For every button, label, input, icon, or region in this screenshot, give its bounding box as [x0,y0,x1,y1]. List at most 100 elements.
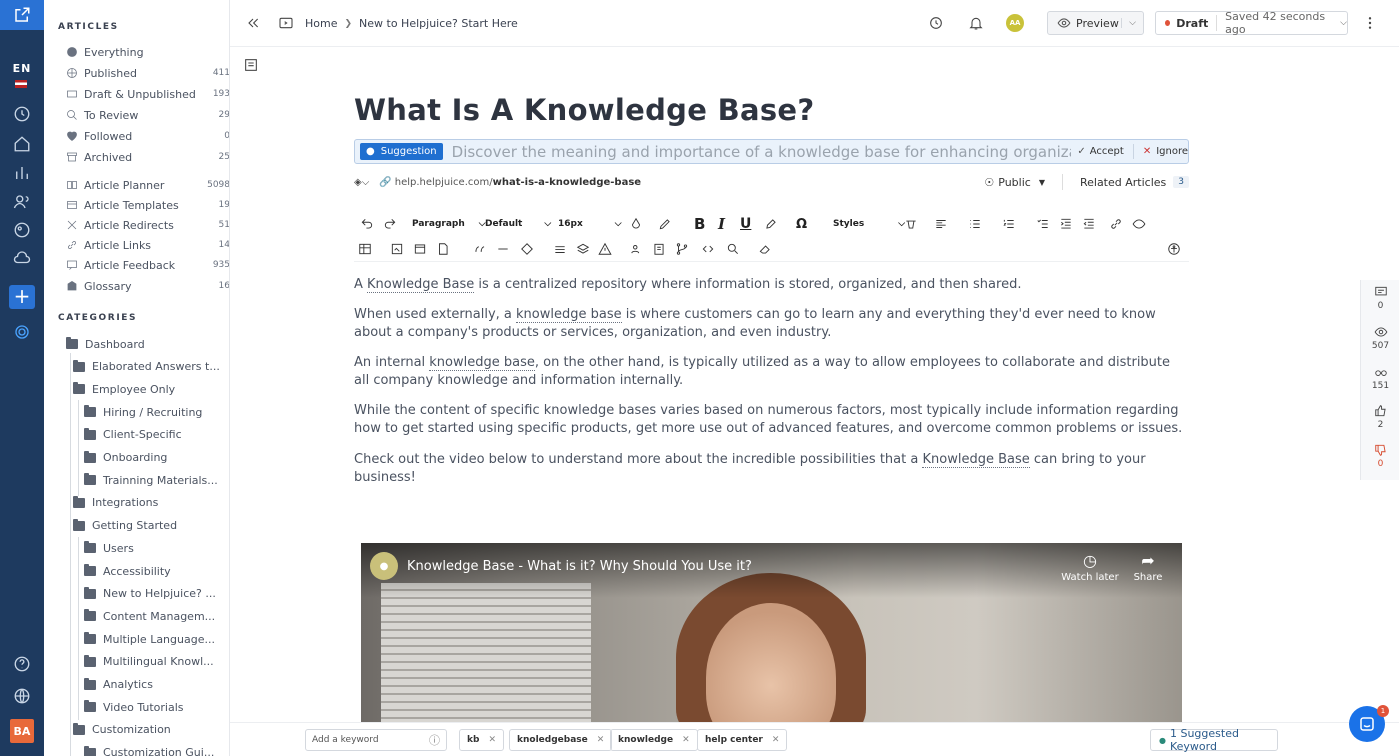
breadcrumb-current[interactable]: New to Helpjuice? Start Here [359,17,518,30]
collapse-sidebar-icon[interactable] [244,14,262,32]
sidebar-item-everything[interactable]: Everything [66,43,216,61]
keyword-input[interactable]: Add a keyword ⓘ [305,729,447,751]
bold-button[interactable]: B [694,215,705,233]
glossary-term[interactable]: Knowledge Base [367,277,475,293]
sidebar-item-glossary[interactable]: Glossary 16 [66,277,229,295]
remove-icon[interactable]: ✕ [488,735,496,745]
related-articles-button[interactable]: Related Articles [1080,176,1166,189]
warning-icon[interactable] [598,241,612,257]
status-dropdown[interactable]: Draft Saved 42 seconds ago ⌵ [1155,10,1348,36]
integration-icon[interactable] [12,322,32,342]
font-size-select[interactable]: 16px ⌵ [558,216,622,232]
category-item[interactable]: Integrations [73,494,158,512]
palette-icon[interactable] [12,220,32,240]
underline-button[interactable]: U [740,216,751,232]
keyword-chip[interactable]: knoledgebase ✕ [509,729,613,751]
comments-stat[interactable]: 0 [1361,285,1399,311]
text-color-icon[interactable] [629,216,643,232]
cloud-upload-icon[interactable] [12,248,32,268]
category-item[interactable]: Getting Started [73,517,177,535]
category-item[interactable]: Content Managem... [84,607,215,625]
home-icon[interactable] [12,134,32,154]
eraser-icon[interactable] [758,241,772,257]
code-icon[interactable] [701,241,715,257]
upvotes-stat[interactable]: 2 [1361,404,1399,430]
channel-logo[interactable]: ● [370,552,398,580]
clear-format-icon[interactable] [904,216,918,232]
quote-icon[interactable] [473,241,487,257]
highlight-icon[interactable] [658,216,672,232]
category-item[interactable]: Video Tutorials [84,698,184,716]
paragraph-select[interactable]: Paragraph ⌵ [412,216,486,232]
visibility-icon[interactable] [1132,216,1146,232]
link-icon[interactable] [1109,216,1123,232]
chat-button[interactable]: 1 [1349,705,1389,742]
category-item[interactable]: Accessibility [84,562,171,580]
video-title[interactable]: Knowledge Base - What is it? Why Should … [407,559,752,574]
sidebar-item-article-planner[interactable]: Article Planner 5098 [66,176,229,194]
analytics-icon[interactable] [12,163,32,183]
sidebar-item-published[interactable]: Published 411 [66,64,229,82]
shapes-icon[interactable] [520,241,534,257]
styles-select[interactable]: Styles ⌵ [833,216,905,232]
history-icon[interactable] [12,104,32,124]
layers-icon[interactable] [576,241,590,257]
watch-later-button[interactable]: ◷ Watch later [1060,551,1120,583]
category-item[interactable]: Hiring / Recruiting [84,403,202,421]
bulleted-list-icon[interactable] [968,216,982,232]
globe-icon[interactable] [12,686,32,706]
breadcrumb-home[interactable]: Home [305,17,337,30]
users-icon[interactable] [630,241,644,257]
keyword-chip[interactable]: knowledge ✕ [610,729,698,751]
open-external-icon[interactable] [0,0,44,30]
downvotes-stat[interactable]: 0 [1361,443,1399,469]
user-avatar[interactable]: AA [1006,14,1024,32]
file-icon[interactable] [436,241,450,257]
numbered-list-icon[interactable] [1002,216,1016,232]
category-item[interactable]: Multiple Language... [84,630,215,648]
category-item[interactable]: Dashboard [66,335,145,353]
undo-icon[interactable] [360,216,374,232]
sidebar-item-draft[interactable]: Draft & Unpublished 193 [66,85,229,103]
views-stat[interactable]: 507 [1361,325,1399,351]
more-options-icon[interactable] [1361,14,1379,32]
accessibility-icon[interactable] [1167,241,1181,257]
special-characters-icon[interactable]: Ω [796,216,807,232]
paragraph[interactable]: While the content of specific knowledge … [354,402,1189,438]
keyword-chip[interactable]: kb ✕ [459,729,504,751]
category-item[interactable]: Customization [73,721,171,739]
align-icon[interactable] [934,216,948,232]
remove-icon[interactable]: ✕ [597,735,605,745]
remove-icon[interactable]: ✕ [772,735,780,745]
sidebar-item-archived[interactable]: Archived 25 [66,148,229,166]
url-slug[interactable]: what-is-a-knowledge-base [493,177,641,188]
clipboard-icon[interactable] [652,241,666,257]
sidebar-item-article-redirects[interactable]: Article Redirects 51 [66,216,229,234]
find-replace-icon[interactable] [726,241,740,257]
glossary-term[interactable]: Knowledge Base [922,452,1030,468]
help-icon[interactable]: ⓘ [429,732,440,748]
table-icon[interactable] [358,241,372,257]
ignore-button[interactable]: ✕ Ignore [1143,146,1188,157]
todo-list-icon[interactable] [1036,216,1050,232]
horizontal-line-icon[interactable] [496,241,510,257]
category-item[interactable]: Client-Specific [84,426,182,444]
category-item[interactable]: Trainning Materials... [84,471,218,489]
share-button[interactable]: ➦ Share [1118,551,1178,583]
image-icon[interactable] [390,241,404,257]
reads-stat[interactable]: 151 [1361,365,1399,391]
paragraph[interactable]: An internal knowledge base, on the other… [354,354,1189,390]
tag-icon[interactable]: ◈⌵ [354,177,369,188]
font-select[interactable]: Default ⌵ [485,216,551,232]
language-selector[interactable]: EN [0,62,44,75]
category-item[interactable]: Onboarding [84,449,167,467]
category-item[interactable]: Analytics [84,676,153,694]
branch-icon[interactable] [675,241,689,257]
chevron-down-icon[interactable]: ⌵ [1121,18,1143,28]
outdent-icon[interactable] [1082,216,1096,232]
paragraph[interactable]: A Knowledge Base is a centralized reposi… [354,276,1189,294]
keyword-chip[interactable]: help center ✕ [697,729,788,751]
paragraph[interactable]: When used externally, a knowledge base i… [354,306,1189,342]
sidebar-item-article-feedback[interactable]: Article Feedback 935 [66,256,229,274]
user-avatar[interactable]: BA [10,719,34,743]
